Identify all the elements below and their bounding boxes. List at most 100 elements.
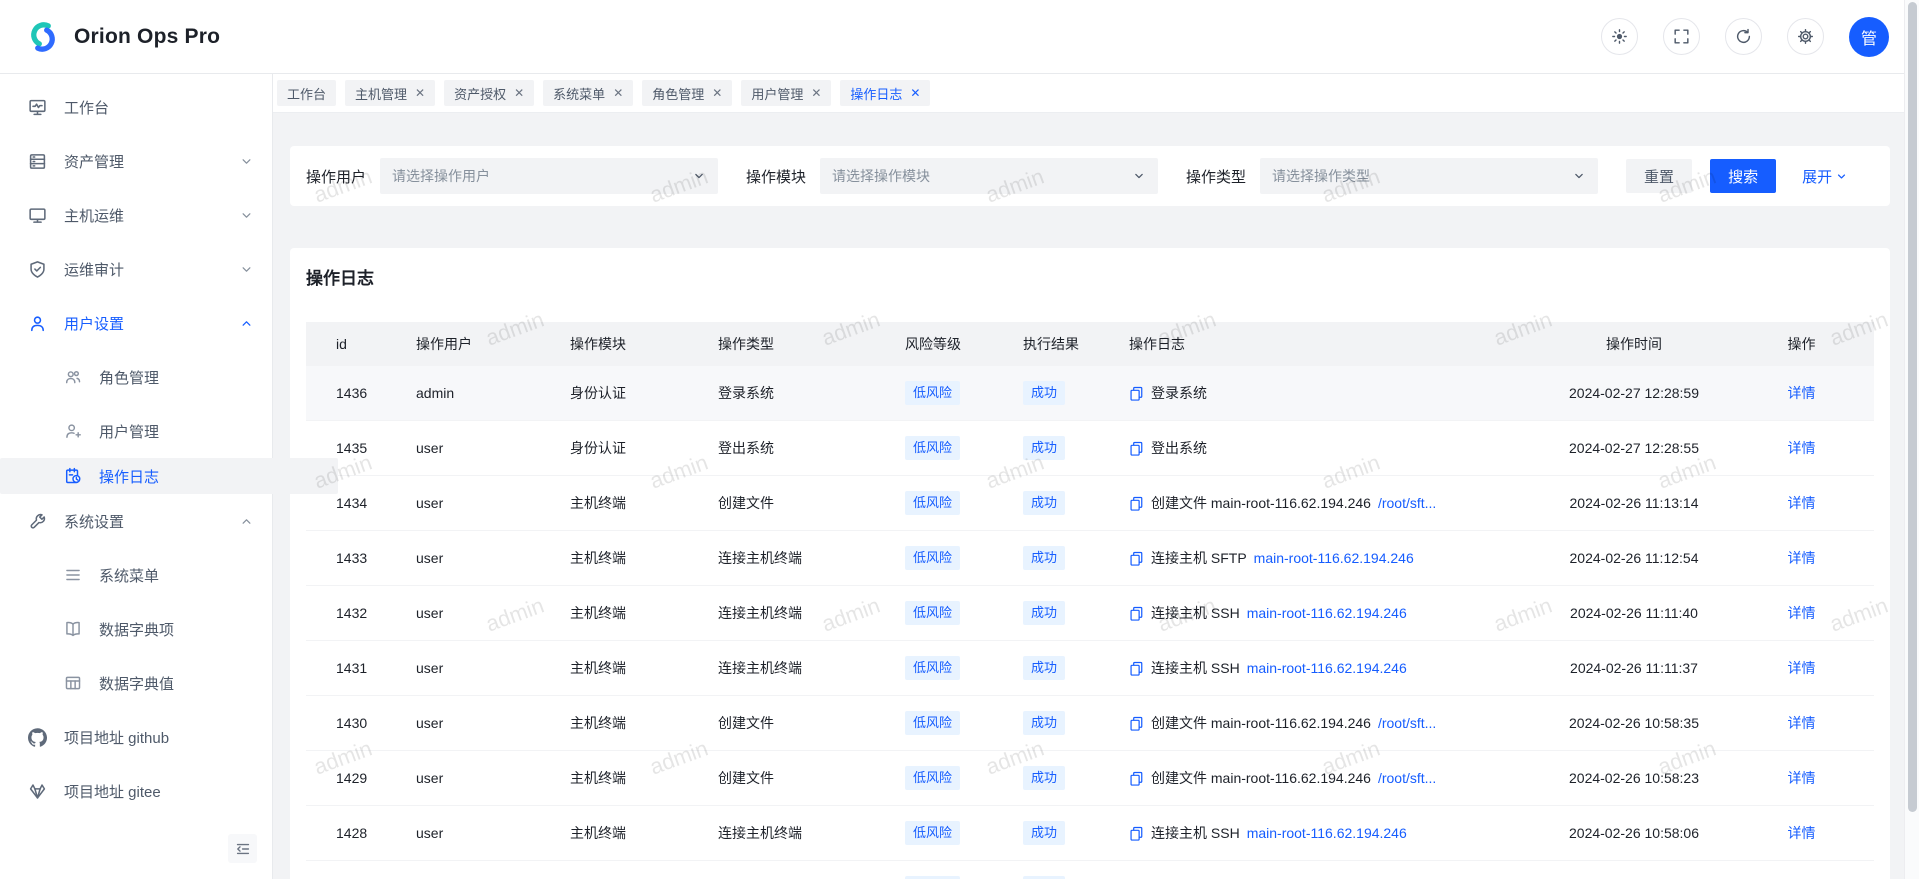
search-button[interactable]: 搜索: [1710, 159, 1776, 193]
column-header: 操作日志: [1099, 322, 1539, 366]
page-scrollbar[interactable]: [1904, 0, 1919, 879]
column-header: 风险等级: [875, 322, 993, 366]
tab-close-icon[interactable]: ✕: [514, 87, 524, 99]
cell-type: 连接主机终端: [688, 586, 875, 640]
log-text: 连接主机 SFTP: [1151, 548, 1247, 568]
detail-link[interactable]: 详情: [1788, 768, 1816, 788]
sidebar-item-system-settings[interactable]: 系统设置: [0, 494, 272, 548]
operator-type-select[interactable]: 请选择操作类型: [1260, 158, 1598, 194]
log-link[interactable]: main-root-116.62.194.246: [1247, 660, 1407, 676]
sidebar-item-role-manage[interactable]: 角色管理: [0, 350, 272, 404]
refresh-button[interactable]: [1725, 18, 1762, 55]
detail-link[interactable]: 详情: [1788, 713, 1816, 733]
sidebar-item-label: 数据字典值: [99, 673, 174, 694]
filter-group-module: 操作模块 请选择操作模块: [746, 158, 1158, 194]
sidebar-item-assets[interactable]: 资产管理: [0, 134, 272, 188]
tab-系统菜单[interactable]: 系统菜单✕: [543, 80, 633, 106]
settings-button[interactable]: [1787, 18, 1824, 55]
copy-icon[interactable]: [1129, 496, 1144, 511]
copy-icon[interactable]: [1129, 606, 1144, 621]
table-grid-icon: [64, 674, 82, 692]
copy-icon[interactable]: [1129, 551, 1144, 566]
cell-time: 2024-02-26 10:58:35: [1539, 696, 1729, 750]
tab-主机管理[interactable]: 主机管理✕: [345, 80, 435, 106]
copy-icon[interactable]: [1129, 771, 1144, 786]
tab-close-icon[interactable]: ✕: [613, 87, 623, 99]
detail-link[interactable]: 详情: [1788, 548, 1816, 568]
reset-button[interactable]: 重置: [1626, 159, 1692, 193]
sidebar-collapse-button[interactable]: [228, 834, 257, 863]
tab-close-icon[interactable]: ✕: [712, 87, 722, 99]
log-link[interactable]: main-root-116.62.194.246: [1247, 825, 1407, 841]
filter-label: 操作类型: [1186, 166, 1246, 187]
op-log-icon: [64, 467, 82, 485]
detail-link[interactable]: 详情: [1788, 823, 1816, 843]
risk-badge: 低风险: [905, 546, 960, 570]
sidebar-item-dict-items[interactable]: 数据字典项: [0, 602, 272, 656]
tab-工作台[interactable]: 工作台: [277, 80, 336, 106]
risk-badge: 低风险: [905, 436, 960, 460]
sidebar-item-user-settings[interactable]: 用户设置: [0, 296, 272, 350]
tab-资产授权[interactable]: 资产授权✕: [444, 80, 534, 106]
sidebar-item-workbench[interactable]: 工作台: [0, 80, 272, 134]
sidebar-item-label: 资产管理: [64, 151, 124, 172]
avatar[interactable]: 管: [1849, 17, 1889, 57]
detail-link[interactable]: 详情: [1788, 603, 1816, 623]
tab-close-icon[interactable]: ✕: [811, 87, 821, 99]
log-link[interactable]: /root/sft...: [1378, 770, 1436, 786]
detail-link[interactable]: 详情: [1788, 383, 1816, 403]
tab-用户管理[interactable]: 用户管理✕: [741, 80, 831, 106]
log-table: id操作用户操作模块操作类型风险等级执行结果操作日志操作时间操作 1436adm…: [306, 322, 1874, 879]
sidebar-item-ops-audit[interactable]: 运维审计: [0, 242, 272, 296]
tab-close-icon[interactable]: ✕: [415, 87, 425, 99]
detail-link[interactable]: 详情: [1788, 658, 1816, 678]
cell-user: user: [386, 806, 540, 860]
cell-risk: 低风险: [875, 476, 993, 530]
risk-badge: 低风险: [905, 766, 960, 790]
cell-id: 1430: [306, 696, 386, 750]
tab-close-icon[interactable]: ✕: [910, 87, 920, 99]
theme-toggle-button[interactable]: [1601, 18, 1638, 55]
risk-badge: 低风险: [905, 656, 960, 680]
tab-label: 工作台: [287, 84, 326, 103]
content-area: 操作用户 请选择操作用户 操作模块 请选择操作模块 操作类型 请选择操作类型: [273, 113, 1904, 879]
sidebar-item-gitee[interactable]: 项目地址 gitee: [0, 764, 272, 818]
sidebar-item-host-ops[interactable]: 主机运维: [0, 188, 272, 242]
log-link[interactable]: /root/sft...: [1378, 495, 1436, 511]
expand-link[interactable]: 展开: [1802, 166, 1848, 187]
sidebar-item-system-menu[interactable]: 系统菜单: [0, 548, 272, 602]
chevron-down-icon: [239, 208, 254, 223]
cell-result: 成功: [993, 696, 1099, 750]
cell-risk: 低风险: [875, 586, 993, 640]
copy-icon[interactable]: [1129, 441, 1144, 456]
log-link[interactable]: /root/sft...: [1378, 715, 1436, 731]
scrollbar-thumb[interactable]: [1908, 2, 1917, 812]
operator-user-select[interactable]: 请选择操作用户: [380, 158, 718, 194]
cell-result: 成功: [993, 861, 1099, 879]
cell-action: 详情: [1729, 366, 1874, 420]
sidebar-item-label: 项目地址 gitee: [64, 781, 161, 802]
column-header: 操作时间: [1539, 322, 1729, 366]
copy-icon[interactable]: [1129, 661, 1144, 676]
tab-操作日志[interactable]: 操作日志✕: [840, 80, 930, 106]
user-settings-icon: [28, 314, 47, 333]
app-header: Orion Ops Pro: [0, 0, 1919, 74]
menu-lines-icon: [64, 566, 82, 584]
copy-icon[interactable]: [1129, 386, 1144, 401]
copy-icon[interactable]: [1129, 826, 1144, 841]
sidebar-item-github[interactable]: 项目地址 github: [0, 710, 272, 764]
log-link[interactable]: main-root-116.62.194.246: [1247, 605, 1407, 621]
log-link[interactable]: main-root-116.62.194.246: [1254, 550, 1414, 566]
brand[interactable]: Orion Ops Pro: [24, 18, 220, 56]
tab-角色管理[interactable]: 角色管理✕: [642, 80, 732, 106]
sidebar-item-dict-values[interactable]: 数据字典值: [0, 656, 272, 710]
operator-module-select[interactable]: 请选择操作模块: [820, 158, 1158, 194]
result-badge: 成功: [1023, 711, 1065, 735]
fullscreen-button[interactable]: [1663, 18, 1700, 55]
detail-link[interactable]: 详情: [1788, 438, 1816, 458]
detail-link[interactable]: 详情: [1788, 493, 1816, 513]
copy-icon[interactable]: [1129, 716, 1144, 731]
sidebar-item-user-manage[interactable]: 用户管理: [0, 404, 272, 458]
cell-action: 详情: [1729, 531, 1874, 585]
sidebar-item-op-logs[interactable]: 操作日志: [0, 458, 338, 494]
